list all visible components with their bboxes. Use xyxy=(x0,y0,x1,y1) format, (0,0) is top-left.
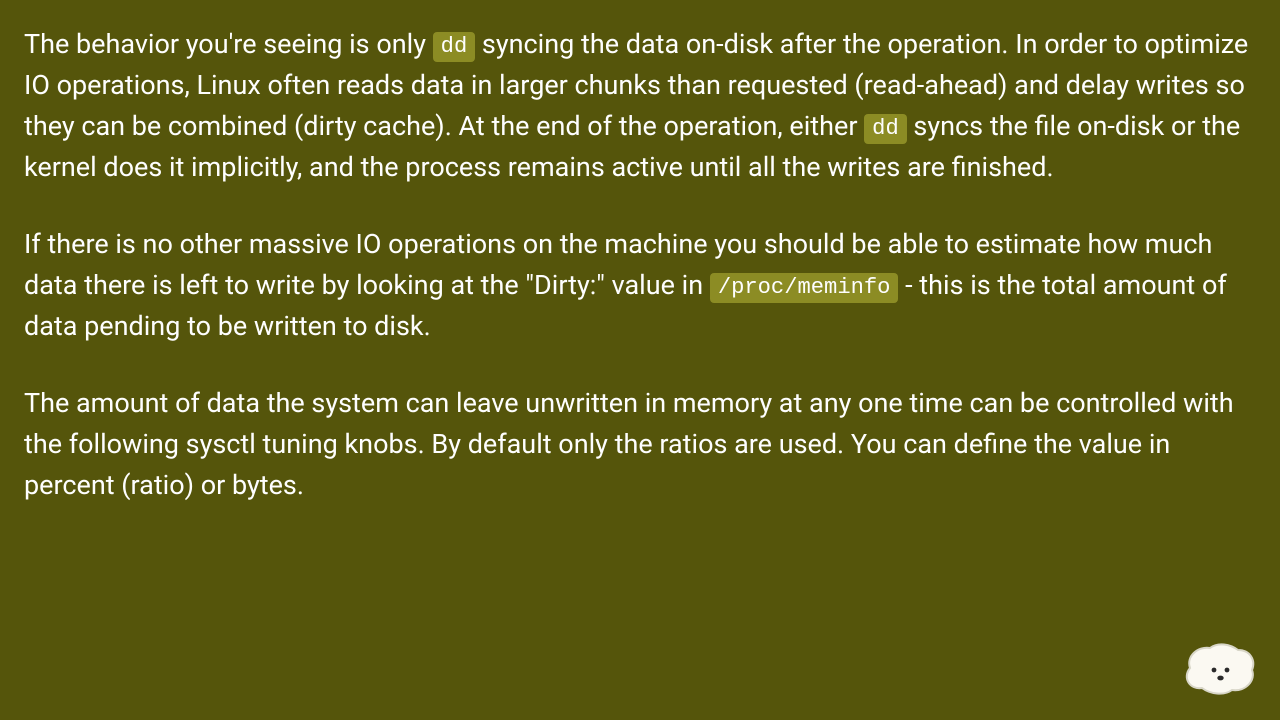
paragraph-2: If there is no other massive IO operatio… xyxy=(24,224,1256,347)
paragraph-1: The behavior you're seeing is only dd sy… xyxy=(24,24,1256,188)
article-body: The behavior you're seeing is only dd sy… xyxy=(0,0,1280,506)
inline-code: /proc/meminfo xyxy=(710,273,899,303)
avatar xyxy=(1180,638,1258,698)
paragraph-3: The amount of data the system can leave … xyxy=(24,383,1256,506)
inline-code: dd xyxy=(433,32,476,62)
inline-code: dd xyxy=(864,114,907,144)
text: The amount of data the system can leave … xyxy=(24,387,1234,501)
text: The behavior you're seeing is only xyxy=(24,28,433,60)
avatar-icon xyxy=(1180,638,1258,698)
